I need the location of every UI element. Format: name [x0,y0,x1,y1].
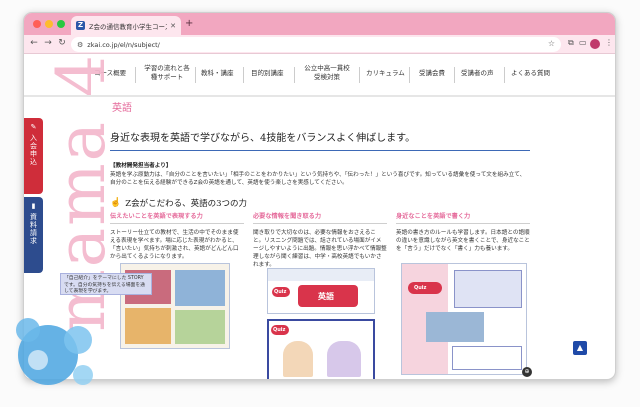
textbook-thumbnail-listening-bottom[interactable]: Quiz [267,319,375,379]
skill-column-text: ストーリー仕立ての教材で、生活の中でそのまま使える表現を学べます。場に応じた表現… [110,230,239,260]
three-skills-heading: ☝ Z会がこだわる、英語の3つの力 [110,197,550,209]
quiz-badge: Quiz [408,282,442,294]
quiz-badge-text: Quiz [274,289,287,295]
nav-separator [243,67,244,83]
english-title-text: 英語 [318,292,334,301]
nav-separator [359,67,360,83]
quiz-badge: Quiz [272,287,290,297]
skill-column-heading: 身近なことを英語で書く力 [396,213,471,220]
thumb-text-panel [454,270,522,308]
pencil-icon: ✎ [30,123,37,131]
zoom-magnifier-icon[interactable]: ⊕ [522,367,532,377]
quiz-badge: Quiz [271,325,289,335]
browser-tab-active[interactable]: Z Z会の通信教育小学生コース - Z ✕ [71,16,181,35]
section-title: 英語 [112,103,132,114]
nav-separator [504,67,505,83]
address-bar[interactable]: ⚙ zkai.co.jp/el/n/subject/ ☆ [71,37,561,52]
thumb-writing-lines [452,346,522,370]
nav-separator [195,67,196,83]
reload-icon[interactable]: ↻ [56,38,68,48]
minimize-window-button[interactable] [45,20,53,28]
skill-column-heading: 必要な情報を聞き取る力 [253,213,322,220]
skill-column-text: 英語の書き方のルールも学習します。日本語との語順の違いを意識しながら英文を書くこ… [396,230,530,252]
column-divider [396,223,530,224]
join-side-tab[interactable]: ✎ 入会申込 [24,118,43,194]
documents-side-tab[interactable]: ▮ 資料請求 [24,197,43,273]
extensions-icon[interactable]: ⧉ [568,38,574,48]
staff-comment-text: 英語を学ぶ原動力は、「自分のことを言いたい」「相手のことをわかりたい」という気持… [110,172,526,186]
nav-separator [294,67,295,83]
nav-item-public-school-exam[interactable]: 公立中高一貫校 受検対策 [298,64,356,82]
nav-separator [135,67,136,83]
quiz-badge-text: Quiz [273,327,286,333]
nav-separator [409,67,410,83]
nav-item-learning-flow[interactable]: 学習の流れと各 種サポート [140,64,194,82]
page-headline: 身近な表現を英語で学びながら、4技能をバランスよく伸ばします。 [110,133,416,144]
tab-strip: Z Z会の通信教育小学生コース - Z ✕ + [24,13,615,35]
english-title-graphic: 英語 [298,285,358,307]
nav-separator [454,67,455,83]
nav-item-curriculum[interactable]: カリキュラム [366,69,405,78]
headline-underline [110,150,530,151]
close-window-button[interactable] [33,20,41,28]
thumb-illustration [125,308,171,344]
nav-item-purpose-courses[interactable]: 目的別講座 [251,69,284,78]
pointing-hand-icon: ☝ [110,198,122,208]
browser-toolbar: ← → ↻ ⚙ zkai.co.jp/el/n/subject/ ☆ ⧉ ▭ ⋮ [24,35,615,54]
three-skills-heading-text: Z会がこだわる、英語の3つの力 [125,199,248,209]
staff-comment-label: 【教材開発担当者より】 [110,163,172,169]
nav-item-fees[interactable]: 受講会費 [419,69,445,78]
skill-column-expression: 伝えたいことを英語で表現する力 ストーリー仕立ての教材で、生活の中でそのまま使え… [110,211,244,261]
thumb-header [268,269,374,281]
url-text[interactable]: zkai.co.jp/el/n/subject/ [87,41,160,49]
skill-column-text: 聞き取りで大切なのは、必要な情報をおさえること。リスニング問題では、話されている… [253,230,387,268]
skill-column-writing: 身近なことを英語で書く力 英語の書き方のルールも学習します。日本語との語順の違い… [396,211,530,253]
nav-item-testimonials[interactable]: 受講者の声 [461,69,494,78]
decorative-water-drops [16,318,93,385]
thumb-illustration [283,341,313,377]
join-side-tab-label: 入会申込 [29,134,38,166]
profile-avatar[interactable] [590,39,600,49]
maximize-window-button[interactable] [57,20,65,28]
browser-window: Z Z会の通信教育小学生コース - Z ✕ + ← → ↻ ⚙ zkai.co.… [23,12,616,380]
textbook-thumbnail-listening-top[interactable]: 英語 Quiz [267,268,375,314]
site-favicon-icon: Z [76,21,85,30]
thumb-illustration [327,341,361,377]
documents-side-tab-label: 資料請求 [29,213,38,245]
quiz-badge-text: Quiz [414,285,427,291]
column-divider [110,223,244,224]
scroll-to-top-button[interactable]: ▲ [573,341,587,355]
thumb-illustration [175,270,225,306]
thumb-illustration [426,312,484,342]
textbook-thumbnail-writing[interactable]: Quiz [401,263,527,375]
thumb-illustration [175,310,225,344]
book-icon: ▮ [31,202,36,210]
bookmark-star-icon[interactable]: ☆ [548,39,555,48]
nav-item-subjects[interactable]: 教科・講座 [201,69,234,78]
column-divider [253,223,387,224]
nav-item-faq[interactable]: よくある質問 [511,69,550,78]
tab-title: Z会の通信教育小学生コース - Z [89,22,168,31]
skill-column-heading: 伝えたいことを英語で表現する力 [110,213,203,220]
menu-dots-icon[interactable]: ⋮ [605,38,613,47]
new-tab-plus-icon[interactable]: + [185,18,193,29]
side-panel-icon[interactable]: ▭ [579,38,587,47]
site-info-icon[interactable]: ⚙ [77,41,83,49]
back-arrow-icon[interactable]: ← [28,38,40,48]
desktop-background: Z Z会の通信教育小学生コース - Z ✕ + ← → ↻ ⚙ zkai.co.… [0,0,640,407]
story-caption-box: 「自己紹介」をテーマにした STORY です。自分の気持ちを伝える場面を通して表… [60,273,152,295]
tab-close-icon[interactable]: ✕ [170,22,176,30]
forward-arrow-icon[interactable]: → [42,38,54,48]
skill-column-listening: 必要な情報を聞き取る力 聞き取りで大切なのは、必要な情報をおさえること。リスニン… [253,211,387,269]
